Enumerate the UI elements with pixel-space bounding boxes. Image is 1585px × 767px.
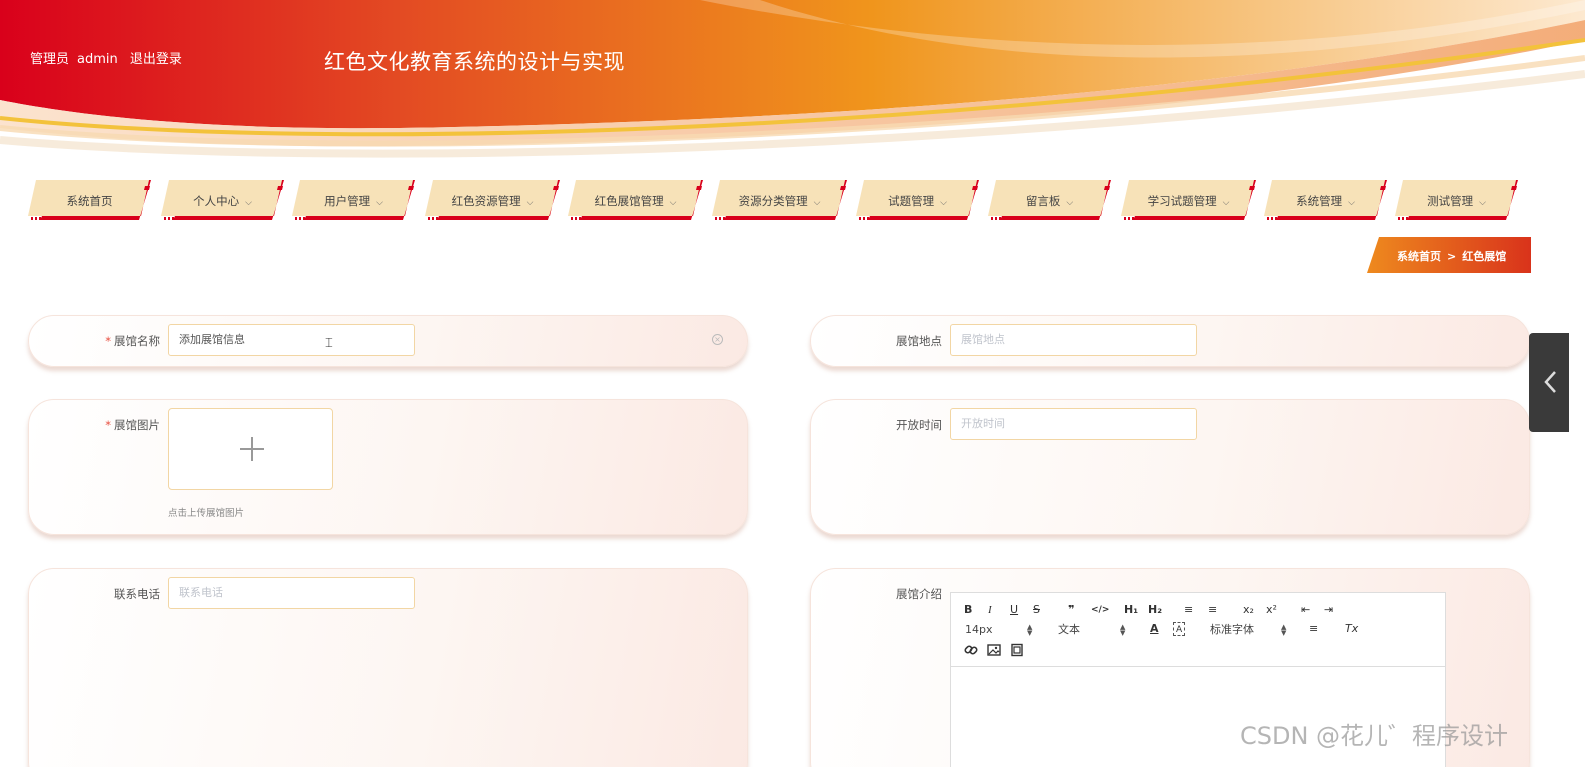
field-label-location: 展馆地点 (896, 334, 942, 348)
nav-item-label: 资源分类管理 ⌵ (738, 194, 821, 208)
code-button[interactable]: </> (1091, 603, 1109, 617)
h2-button[interactable]: H₂ (1148, 603, 1162, 617)
chevron-down-icon: ⌵ (526, 198, 534, 208)
nav-item-label: 系统首页 (66, 194, 113, 208)
nav-item-2[interactable]: 用户管理 ⌵ (292, 180, 415, 220)
nav-item-7[interactable]: 留言板 ⌵ (988, 180, 1111, 220)
chevron-down-icon: ⌵ (813, 198, 821, 208)
outdent-button[interactable]: ⇤ (1301, 603, 1310, 617)
chevron-left-icon (1544, 371, 1556, 393)
clean-format-button[interactable]: Tx (1345, 622, 1358, 636)
chevron-down-icon: ⌵ (1348, 198, 1355, 208)
plus-icon (240, 437, 264, 461)
paragraph-arrow-icon: ▲ ▼ (1120, 623, 1126, 637)
nav-item-9[interactable]: 系统管理 ⌵ (1264, 180, 1387, 220)
field-label-phone: 联系电话 (114, 587, 160, 601)
admin-name: admin (77, 52, 118, 67)
superscript-button[interactable]: x² (1266, 603, 1277, 617)
image-upload-button[interactable] (168, 408, 333, 490)
bold-button[interactable]: B (964, 603, 972, 617)
location-input[interactable]: 展馆地点 (950, 324, 1197, 356)
header-banner: 管理员 admin 退出登录 红色文化教育系统的设计与实现 (0, 0, 1585, 165)
clear-icon[interactable]: × (712, 334, 723, 345)
nav-item-8[interactable]: 学习试题管理 ⌵ (1121, 180, 1256, 220)
watermark: CSDN @花儿゛程序设计 (1240, 722, 1509, 750)
breadcrumb-separator: > (1447, 250, 1457, 263)
chevron-down-icon: ⌵ (669, 198, 677, 208)
chevron-down-icon: ⌵ (376, 198, 383, 208)
nav-item-label: 个人中心 ⌵ (193, 194, 252, 208)
admin-role: 管理员 (30, 52, 70, 67)
font-size-arrow-icon: ▲ ▼ (1027, 623, 1033, 637)
required-mark: * (105, 418, 111, 432)
nav-item-5[interactable]: 资源分类管理 ⌵ (712, 180, 847, 220)
field-label-name: * 展馆名称 (105, 334, 160, 348)
chevron-down-icon: ⌵ (1479, 198, 1486, 208)
nav-item-0[interactable]: 系统首页 (28, 180, 151, 220)
indent-button[interactable]: ⇥ (1324, 603, 1333, 617)
field-label-open-time: 开放时间 (896, 418, 942, 432)
nav-item-label: 系统管理 ⌵ (1296, 194, 1355, 208)
upload-tip: 点击上传展馆图片 (168, 508, 245, 519)
nav-item-label: 学习试题管理 ⌵ (1147, 194, 1230, 208)
banner-graphic (0, 0, 1585, 165)
nav-item-label: 测试管理 ⌵ (1427, 194, 1486, 208)
site-title: 红色文化教育系统的设计与实现 (324, 50, 625, 74)
breadcrumb-current: 红色展馆 (1462, 250, 1507, 263)
field-label-intro: 展馆介绍 (896, 587, 942, 601)
font-family-select[interactable]: 标准字体 (1210, 623, 1254, 637)
field-label-image: * 展馆图片 (105, 418, 160, 432)
logout-link[interactable]: 退出登录 (130, 52, 182, 67)
chevron-down-icon: ⌵ (1222, 198, 1230, 208)
font-family-arrow-icon: ▲ ▼ (1281, 623, 1287, 637)
nav-item-label: 留言板 ⌵ (1025, 194, 1074, 208)
nav-item-6[interactable]: 试题管理 ⌵ (856, 180, 979, 220)
text-cursor-icon: ⌶ (325, 336, 333, 351)
italic-button[interactable]: I (988, 603, 992, 617)
quote-button[interactable]: ❞ (1068, 603, 1074, 617)
name-input[interactable]: 添加展馆信息 (168, 324, 415, 356)
font-color-button[interactable]: A (1150, 622, 1159, 636)
nav-item-label: 用户管理 ⌵ (324, 194, 383, 208)
required-mark: * (105, 334, 111, 348)
side-panel-toggle-button[interactable] (1529, 333, 1569, 432)
chevron-down-icon: ⌵ (1066, 198, 1074, 208)
ordered-list-button[interactable]: ≡ (1184, 603, 1193, 617)
editor-toolbar: B I U S ❞ </> H₁ H₂ ≡ ≡ x₂ x² ⇤ ⇥ 14px ▲… (951, 593, 1445, 667)
open-time-input[interactable]: 开放时间 (950, 408, 1197, 440)
align-button[interactable]: ≡ (1309, 622, 1318, 636)
main-nav: 系统首页 个人中心 ⌵ 用户管理 ⌵ 红色资源管理 ⌵ 红色展馆管理 ⌵ 资源分类管理 ⌵ 试题管理 ⌵… (28, 180, 1528, 220)
nav-item-3[interactable]: 红色资源管理 ⌵ (425, 180, 560, 220)
underline-button[interactable]: U (1010, 603, 1018, 617)
nav-item-label: 试题管理 ⌵ (888, 194, 947, 208)
image-icon[interactable] (987, 643, 1001, 657)
bullet-list-button[interactable]: ≡ (1208, 603, 1217, 617)
breadcrumb-home[interactable]: 系统首页 (1397, 250, 1441, 263)
nav-item-4[interactable]: 红色展馆管理 ⌵ (568, 180, 703, 220)
phone-input[interactable]: 联系电话 (168, 577, 415, 609)
chevron-down-icon: ⌵ (245, 198, 252, 208)
breadcrumb: 系统首页 > 红色展馆 (1367, 237, 1531, 273)
link-icon[interactable] (964, 643, 978, 657)
nav-item-1[interactable]: 个人中心 ⌵ (161, 180, 284, 220)
chevron-down-icon: ⌵ (940, 198, 947, 208)
background-color-button[interactable]: A (1173, 622, 1186, 636)
subscript-button[interactable]: x₂ (1243, 603, 1254, 617)
strike-button[interactable]: S (1033, 603, 1040, 617)
nav-item-10[interactable]: 测试管理 ⌵ (1395, 180, 1518, 220)
nav-item-label: 红色资源管理 ⌵ (451, 194, 534, 208)
nav-item-label: 红色展馆管理 ⌵ (594, 194, 677, 208)
h1-button[interactable]: H₁ (1124, 603, 1138, 617)
font-size-select[interactable]: 14px (965, 623, 993, 637)
admin-info: 管理员 admin 退出登录 (30, 48, 190, 67)
paragraph-select[interactable]: 文本 (1058, 623, 1080, 637)
video-icon[interactable] (1010, 643, 1024, 657)
